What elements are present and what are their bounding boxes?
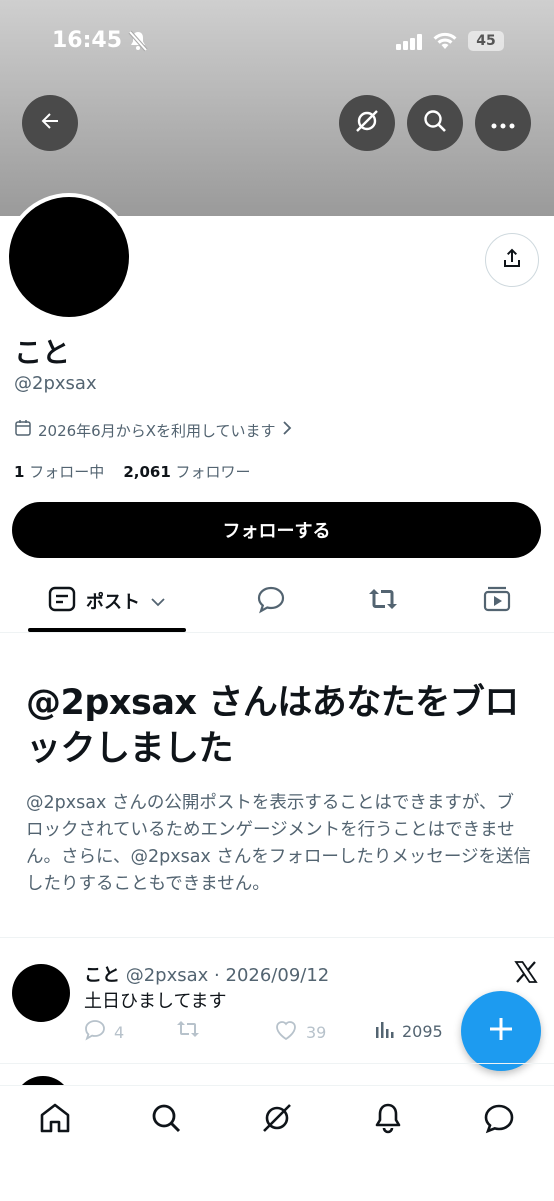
nav-messages[interactable] <box>479 1100 519 1140</box>
tab-replies[interactable] <box>256 586 286 616</box>
following-count: 1 <box>14 463 25 481</box>
more-button[interactable] <box>475 95 531 151</box>
arrow-left-icon <box>38 109 62 137</box>
status-time: 16:45 <box>52 28 123 53</box>
back-button[interactable] <box>22 95 78 151</box>
reply-count: 4 <box>114 1022 125 1042</box>
battery-indicator: 45 <box>468 31 504 51</box>
following-label: フォロー中 <box>29 463 105 481</box>
joined-text: 2026年6月からXを利用しています <box>38 421 276 440</box>
tab-media[interactable] <box>482 586 512 616</box>
repost-icon <box>176 1019 200 1043</box>
share-icon <box>500 246 524 274</box>
nav-grok[interactable] <box>257 1100 297 1140</box>
search-icon <box>422 108 448 138</box>
divider <box>0 1063 554 1064</box>
like-action[interactable]: 39 <box>274 1019 326 1045</box>
chevron-right-icon <box>282 421 292 439</box>
follow-stats: 1 フォロー中 2,061 フォロワー <box>14 461 251 482</box>
nav-search[interactable] <box>146 1100 186 1140</box>
post-text: 土日ひましてます <box>84 991 227 1012</box>
reply-action[interactable]: 4 <box>84 1019 124 1045</box>
like-count: 39 <box>306 1022 327 1042</box>
bell-icon <box>372 1102 404 1138</box>
plus-icon <box>487 1015 515 1047</box>
views-count: 2095 <box>402 1021 443 1041</box>
post-author-name[interactable]: こと <box>84 965 120 986</box>
tab-posts-label: ポスト <box>86 592 140 613</box>
home-icon <box>39 1102 71 1138</box>
media-icon <box>482 584 512 618</box>
calendar-icon <box>14 419 32 441</box>
views-action[interactable]: 2095 <box>374 1019 443 1043</box>
repost-action[interactable] <box>176 1019 200 1043</box>
tab-posts[interactable]: ポスト <box>28 570 186 632</box>
profile-tabs: ポスト <box>0 570 554 633</box>
divider <box>0 937 554 938</box>
display-name: こと <box>14 336 71 369</box>
post-meta: @2pxsax · 2026/09/12 <box>125 965 330 986</box>
follow-button[interactable]: フォローする <box>12 502 541 558</box>
views-chart-icon <box>374 1019 394 1043</box>
share-button[interactable] <box>485 233 539 287</box>
compose-button[interactable] <box>461 991 541 1071</box>
posts-icon <box>48 586 76 617</box>
tab-reposts[interactable] <box>368 586 398 616</box>
blocked-title: @2pxsax さんはあなたをブロックしました <box>26 683 519 769</box>
followers-count: 2,061 <box>123 463 171 481</box>
post-avatar[interactable] <box>12 964 70 1022</box>
active-tab-indicator <box>28 628 186 632</box>
nav-home[interactable] <box>35 1100 75 1140</box>
joined-date[interactable]: 2026年6月からXを利用しています <box>14 419 292 441</box>
profile-avatar[interactable] <box>9 197 129 317</box>
chevron-down-icon <box>150 591 166 612</box>
post-header: こと @2pxsax · 2026/09/12 <box>84 961 329 987</box>
followers-link[interactable]: 2,061 フォロワー <box>123 463 250 481</box>
message-bubble-icon <box>483 1102 515 1138</box>
x-logo-icon <box>514 960 538 990</box>
bell-off-icon <box>128 30 148 52</box>
blocked-description: @2pxsax さんの公開ポストを表示することはできますが、ブロックされているた… <box>26 793 531 894</box>
following-link[interactable]: 1 フォロー中 <box>14 463 104 481</box>
grok-icon <box>261 1102 293 1138</box>
user-handle: @2pxsax <box>14 373 97 394</box>
repost-icon <box>367 585 399 617</box>
reply-bubble-icon <box>256 584 286 618</box>
post-actions: 4 39 2095 <box>84 1019 454 1045</box>
bottom-navigation <box>0 1085 554 1201</box>
wifi-icon <box>432 31 458 55</box>
grok-button[interactable] <box>339 95 395 151</box>
reply-icon <box>84 1019 106 1045</box>
more-dots-icon <box>491 114 515 133</box>
cell-signal-icon <box>396 34 424 54</box>
heart-icon <box>274 1019 298 1045</box>
followers-label: フォロワー <box>175 463 251 481</box>
grok-icon <box>354 108 380 138</box>
nav-notifications[interactable] <box>368 1100 408 1140</box>
search-button[interactable] <box>407 95 463 151</box>
search-icon <box>150 1102 182 1138</box>
